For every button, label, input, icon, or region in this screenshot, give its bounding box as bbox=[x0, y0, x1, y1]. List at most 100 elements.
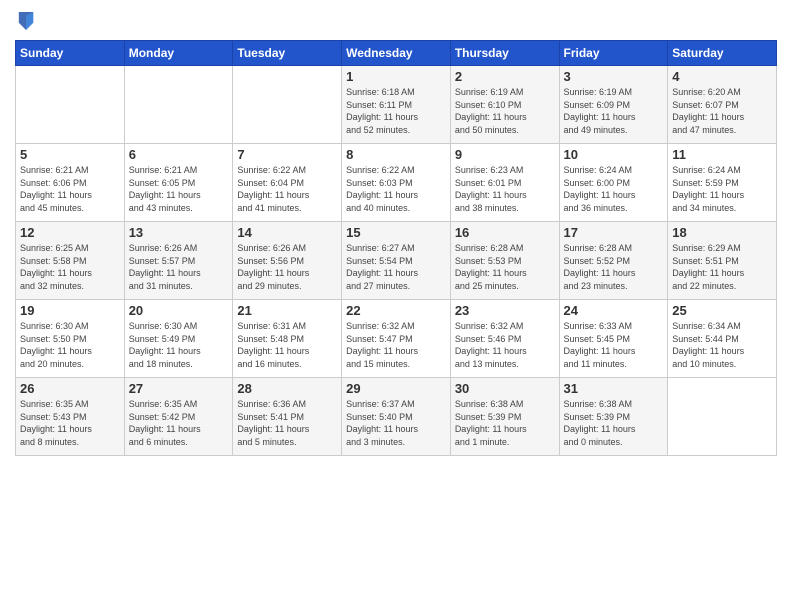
day-number: 26 bbox=[20, 381, 120, 396]
calendar-cell: 4 Sunrise: 6:20 AM Sunset: 6:07 PM Daylig… bbox=[668, 66, 777, 144]
day-info: Sunrise: 6:36 AM Sunset: 5:41 PM Dayligh… bbox=[237, 398, 337, 448]
calendar-cell: 7Sunrise: 6:22 AM Sunset: 6:04 PM Daylig… bbox=[233, 144, 342, 222]
day-info: Sunrise: 6:21 AM Sunset: 6:06 PM Dayligh… bbox=[20, 164, 120, 214]
day-number: 3 bbox=[564, 69, 664, 84]
calendar-week-row: 1Sunrise: 6:18 AM Sunset: 6:11 PM Daylig… bbox=[16, 66, 777, 144]
calendar-cell: 15Sunrise: 6:27 AM Sunset: 5:54 PM Dayli… bbox=[342, 222, 451, 300]
day-info: Sunrise: 6:29 AM Sunset: 5:51 PM Dayligh… bbox=[672, 242, 772, 292]
header-day: Monday bbox=[124, 41, 233, 66]
calendar-week-row: 5 Sunrise: 6:21 AM Sunset: 6:06 PM Daylig… bbox=[16, 144, 777, 222]
day-number: 31 bbox=[564, 381, 664, 396]
calendar-cell: 17 Sunrise: 6:28 AM Sunset: 5:52 PM Dayli… bbox=[559, 222, 668, 300]
day-number: 27 bbox=[129, 381, 229, 396]
day-number: 19 bbox=[20, 303, 120, 318]
calendar-week-row: 19Sunrise: 6:30 AM Sunset: 5:50 PM Dayli… bbox=[16, 300, 777, 378]
day-number: 30 bbox=[455, 381, 555, 396]
day-info: Sunrise: 6:24 AM Sunset: 6:00 PM Dayligh… bbox=[564, 164, 664, 214]
calendar-cell bbox=[124, 66, 233, 144]
calendar-cell: 5 Sunrise: 6:21 AM Sunset: 6:06 PM Daylig… bbox=[16, 144, 125, 222]
header-row: SundayMondayTuesdayWednesdayThursdayFrid… bbox=[16, 41, 777, 66]
calendar-cell: 14 Sunrise: 6:26 AM Sunset: 5:56 PM Dayli… bbox=[233, 222, 342, 300]
calendar-table: SundayMondayTuesdayWednesdayThursdayFrid… bbox=[15, 40, 777, 456]
page-container: SundayMondayTuesdayWednesdayThursdayFrid… bbox=[0, 0, 792, 466]
calendar-cell: 18Sunrise: 6:29 AM Sunset: 5:51 PM Dayli… bbox=[668, 222, 777, 300]
calendar-cell: 30 Sunrise: 6:38 AM Sunset: 5:39 PM Dayli… bbox=[450, 378, 559, 456]
day-number: 29 bbox=[346, 381, 446, 396]
calendar-body: 1Sunrise: 6:18 AM Sunset: 6:11 PM Daylig… bbox=[16, 66, 777, 456]
day-info: Sunrise: 6:38 AM Sunset: 5:39 PM Dayligh… bbox=[455, 398, 555, 448]
day-number: 11 bbox=[672, 147, 772, 162]
calendar-cell: 16Sunrise: 6:28 AM Sunset: 5:53 PM Dayli… bbox=[450, 222, 559, 300]
day-info: Sunrise: 6:34 AM Sunset: 5:44 PM Dayligh… bbox=[672, 320, 772, 370]
day-info: Sunrise: 6:38 AM Sunset: 5:39 PM Dayligh… bbox=[564, 398, 664, 448]
calendar-cell: 23Sunrise: 6:32 AM Sunset: 5:46 PM Dayli… bbox=[450, 300, 559, 378]
day-info: Sunrise: 6:24 AM Sunset: 5:59 PM Dayligh… bbox=[672, 164, 772, 214]
day-info: Sunrise: 6:19 AM Sunset: 6:10 PM Dayligh… bbox=[455, 86, 555, 136]
day-info: Sunrise: 6:31 AM Sunset: 5:48 PM Dayligh… bbox=[237, 320, 337, 370]
day-info: Sunrise: 6:35 AM Sunset: 5:43 PM Dayligh… bbox=[20, 398, 120, 448]
day-info: Sunrise: 6:33 AM Sunset: 5:45 PM Dayligh… bbox=[564, 320, 664, 370]
day-info: Sunrise: 6:26 AM Sunset: 5:56 PM Dayligh… bbox=[237, 242, 337, 292]
day-info: Sunrise: 6:35 AM Sunset: 5:42 PM Dayligh… bbox=[129, 398, 229, 448]
day-number: 9 bbox=[455, 147, 555, 162]
calendar-cell: 27 Sunrise: 6:35 AM Sunset: 5:42 PM Dayli… bbox=[124, 378, 233, 456]
header-day: Wednesday bbox=[342, 41, 451, 66]
header-day: Sunday bbox=[16, 41, 125, 66]
day-info: Sunrise: 6:19 AM Sunset: 6:09 PM Dayligh… bbox=[564, 86, 664, 136]
day-number: 22 bbox=[346, 303, 446, 318]
day-info: Sunrise: 6:27 AM Sunset: 5:54 PM Dayligh… bbox=[346, 242, 446, 292]
header-day: Tuesday bbox=[233, 41, 342, 66]
day-number: 28 bbox=[237, 381, 337, 396]
calendar-cell: 6Sunrise: 6:21 AM Sunset: 6:05 PM Daylig… bbox=[124, 144, 233, 222]
day-info: Sunrise: 6:32 AM Sunset: 5:46 PM Dayligh… bbox=[455, 320, 555, 370]
calendar-header: SundayMondayTuesdayWednesdayThursdayFrid… bbox=[16, 41, 777, 66]
day-info: Sunrise: 6:21 AM Sunset: 6:05 PM Dayligh… bbox=[129, 164, 229, 214]
calendar-cell: 22 Sunrise: 6:32 AM Sunset: 5:47 PM Dayli… bbox=[342, 300, 451, 378]
day-info: Sunrise: 6:22 AM Sunset: 6:04 PM Dayligh… bbox=[237, 164, 337, 214]
calendar-cell: 20 Sunrise: 6:30 AM Sunset: 5:49 PM Dayli… bbox=[124, 300, 233, 378]
calendar-cell: 19Sunrise: 6:30 AM Sunset: 5:50 PM Dayli… bbox=[16, 300, 125, 378]
calendar-cell: 10Sunrise: 6:24 AM Sunset: 6:00 PM Dayli… bbox=[559, 144, 668, 222]
day-number: 4 bbox=[672, 69, 772, 84]
calendar-cell: 2 Sunrise: 6:19 AM Sunset: 6:10 PM Daylig… bbox=[450, 66, 559, 144]
day-number: 16 bbox=[455, 225, 555, 240]
calendar-cell: 24 Sunrise: 6:33 AM Sunset: 5:45 PM Dayli… bbox=[559, 300, 668, 378]
day-info: Sunrise: 6:30 AM Sunset: 5:49 PM Dayligh… bbox=[129, 320, 229, 370]
calendar-cell: 28 Sunrise: 6:36 AM Sunset: 5:41 PM Dayli… bbox=[233, 378, 342, 456]
calendar-cell: 21 Sunrise: 6:31 AM Sunset: 5:48 PM Dayli… bbox=[233, 300, 342, 378]
calendar-cell: 29 Sunrise: 6:37 AM Sunset: 5:40 PM Dayli… bbox=[342, 378, 451, 456]
day-number: 20 bbox=[129, 303, 229, 318]
calendar-cell: 11 Sunrise: 6:24 AM Sunset: 5:59 PM Dayli… bbox=[668, 144, 777, 222]
day-number: 21 bbox=[237, 303, 337, 318]
day-info: Sunrise: 6:20 AM Sunset: 6:07 PM Dayligh… bbox=[672, 86, 772, 136]
day-info: Sunrise: 6:37 AM Sunset: 5:40 PM Dayligh… bbox=[346, 398, 446, 448]
calendar-cell bbox=[668, 378, 777, 456]
day-info: Sunrise: 6:25 AM Sunset: 5:58 PM Dayligh… bbox=[20, 242, 120, 292]
day-number: 8 bbox=[346, 147, 446, 162]
calendar-cell: 31 Sunrise: 6:38 AM Sunset: 5:39 PM Dayli… bbox=[559, 378, 668, 456]
logo-icon bbox=[17, 10, 35, 32]
day-number: 5 bbox=[20, 147, 120, 162]
day-number: 1 bbox=[346, 69, 446, 84]
day-number: 17 bbox=[564, 225, 664, 240]
calendar-week-row: 26 Sunrise: 6:35 AM Sunset: 5:43 PM Dayli… bbox=[16, 378, 777, 456]
calendar-cell: 13Sunrise: 6:26 AM Sunset: 5:57 PM Dayli… bbox=[124, 222, 233, 300]
day-info: Sunrise: 6:28 AM Sunset: 5:52 PM Dayligh… bbox=[564, 242, 664, 292]
day-number: 14 bbox=[237, 225, 337, 240]
calendar-cell: 12Sunrise: 6:25 AM Sunset: 5:58 PM Dayli… bbox=[16, 222, 125, 300]
logo bbox=[15, 10, 37, 32]
day-info: Sunrise: 6:26 AM Sunset: 5:57 PM Dayligh… bbox=[129, 242, 229, 292]
calendar-cell: 26 Sunrise: 6:35 AM Sunset: 5:43 PM Dayli… bbox=[16, 378, 125, 456]
calendar-cell: 3 Sunrise: 6:19 AM Sunset: 6:09 PM Daylig… bbox=[559, 66, 668, 144]
day-info: Sunrise: 6:32 AM Sunset: 5:47 PM Dayligh… bbox=[346, 320, 446, 370]
header-day: Friday bbox=[559, 41, 668, 66]
header bbox=[15, 10, 777, 32]
day-info: Sunrise: 6:23 AM Sunset: 6:01 PM Dayligh… bbox=[455, 164, 555, 214]
calendar-cell bbox=[233, 66, 342, 144]
calendar-cell bbox=[16, 66, 125, 144]
day-number: 2 bbox=[455, 69, 555, 84]
day-number: 25 bbox=[672, 303, 772, 318]
calendar-cell: 9 Sunrise: 6:23 AM Sunset: 6:01 PM Daylig… bbox=[450, 144, 559, 222]
day-number: 24 bbox=[564, 303, 664, 318]
day-info: Sunrise: 6:22 AM Sunset: 6:03 PM Dayligh… bbox=[346, 164, 446, 214]
